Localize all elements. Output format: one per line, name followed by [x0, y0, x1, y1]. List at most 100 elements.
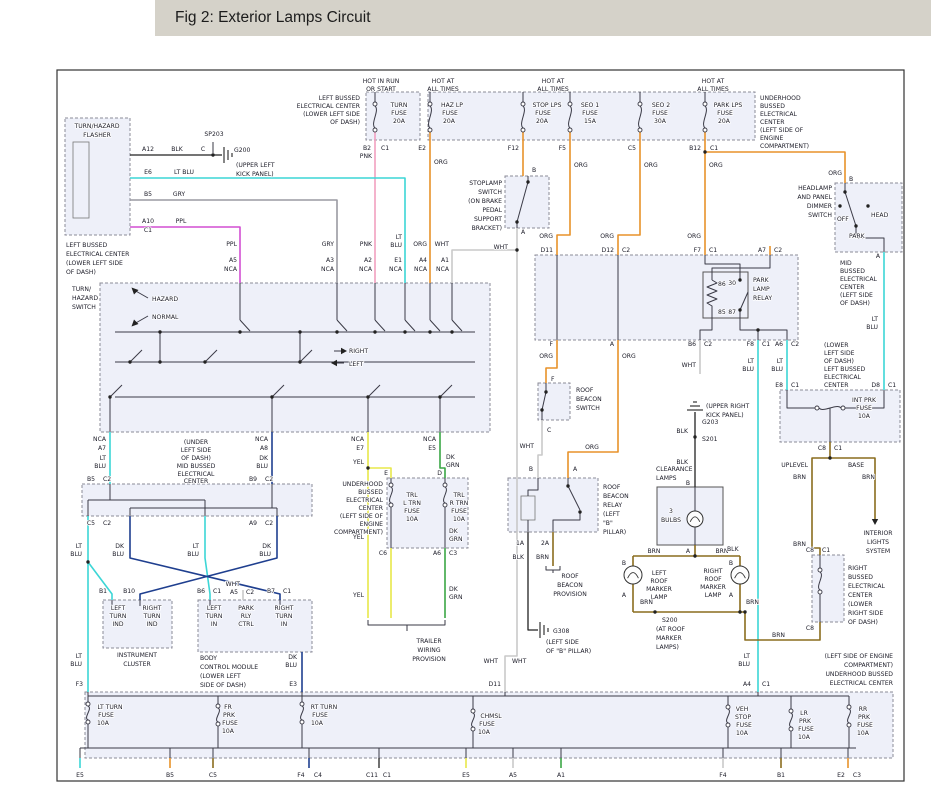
junction-dot	[693, 554, 696, 557]
diagram-label: 10A	[406, 516, 419, 523]
diagram-label: C	[547, 427, 551, 434]
diagram-label: BLU	[742, 366, 754, 373]
diagram-label: BRN	[772, 632, 785, 639]
fuse-icon	[428, 128, 432, 132]
diagram-label: CENTER	[184, 478, 209, 485]
junction-dot	[738, 278, 741, 281]
diagram-label: FLASHER	[83, 132, 112, 139]
diagram-label: RIGHT	[703, 568, 722, 575]
diagram-label: STOP	[735, 714, 751, 721]
diagram-label: E8	[775, 382, 783, 389]
diagram-label: ORG	[687, 233, 701, 240]
diagram-label: ENGINE	[360, 521, 383, 528]
fuse-icon	[86, 702, 90, 706]
fuse-icon	[789, 727, 793, 731]
diagram-label: 10A	[858, 413, 871, 420]
diagram-label: G308	[553, 628, 569, 635]
diagram-label: ELECTRICAL CENTER	[830, 680, 894, 687]
diagram-label: PROVISION	[412, 656, 446, 663]
diagram-label: YEL	[352, 459, 365, 466]
diagram-label: C8	[806, 625, 814, 632]
diagram-label: C11	[366, 772, 378, 779]
diagram-label: 2A	[541, 540, 550, 547]
diagram-label: OF DASH)	[848, 619, 878, 626]
diagram-label: PRK	[858, 714, 871, 721]
diagram-label: ELECTRICAL	[760, 111, 798, 118]
diagram-label: OF DASH)	[181, 455, 211, 462]
diagram-label: TURN/HAZARD	[73, 123, 119, 130]
diagram-label: (LOWER LEFT SIDE	[66, 260, 123, 267]
diagram-label: C1	[144, 227, 152, 234]
diagram-label: FR	[224, 704, 233, 711]
diagram-label: E1	[394, 257, 402, 264]
diagram-label: DK	[449, 528, 459, 535]
diagram-label: SWITCH	[478, 189, 502, 196]
diagram-label: ALL TIMES	[427, 86, 459, 93]
diagram-label: 10A	[311, 720, 324, 727]
diagram-label: C1	[834, 445, 842, 452]
diagram-label: GRN	[446, 462, 460, 469]
fuse-icon	[86, 720, 90, 724]
diagram-label: ELECTRICAL CENTER	[297, 103, 361, 110]
diagram-label: LT TURN	[97, 704, 122, 711]
diagram-label: C2	[704, 341, 712, 348]
diagram-label: B1	[777, 772, 785, 779]
title-bar: Fig 2: Exterior Lamps Circuit	[155, 0, 931, 36]
diagram-label: 30	[728, 280, 736, 287]
diagram-label: TURN	[109, 613, 127, 620]
junction-dot	[158, 330, 161, 333]
fuse-icon	[818, 568, 822, 572]
diagram-label: C1	[762, 681, 770, 688]
diagram-label: E5	[76, 772, 84, 779]
junction-dot	[403, 330, 406, 333]
junction-dot	[843, 190, 846, 193]
fuse-icon	[471, 709, 475, 713]
junction-dot	[203, 360, 206, 363]
diagram-label: D11	[541, 247, 554, 254]
diagram-label: ORG	[622, 353, 636, 360]
diagram-label: (ON BRAKE	[468, 198, 502, 205]
diagram-label: (LOWER	[848, 601, 873, 608]
diagram-label: AND PANEL	[797, 194, 832, 201]
diagram-label: B	[532, 167, 536, 174]
diagram-label: INT PRK	[852, 397, 877, 404]
diagram-label: RIGHT	[349, 348, 368, 355]
diagram-label: D	[437, 470, 442, 477]
diagram-label: S201	[702, 436, 718, 443]
diagram-label: YEL	[352, 534, 365, 541]
diagram-label: LAMP	[651, 594, 668, 601]
diagram-label: PNK	[360, 241, 373, 248]
diagram-label: ORG	[585, 444, 599, 451]
fuse-icon	[428, 102, 432, 106]
diagram-label: A7	[758, 247, 766, 254]
diagram-label: B	[529, 466, 533, 473]
diagram-label: (AT ROOF	[656, 626, 686, 633]
junction-dot	[544, 390, 547, 393]
diagram-label: OFF	[837, 216, 849, 223]
diagram-label: IN	[281, 621, 287, 628]
diagram-label: LT	[748, 358, 755, 365]
diagram-label: RIGHT	[142, 605, 161, 612]
diagram-label: 10A	[478, 729, 491, 736]
diagram-label: C6	[379, 550, 387, 557]
fuse-icon	[568, 102, 572, 106]
diagram-label: TURN	[390, 102, 408, 109]
diagram-label: RELAY	[753, 295, 772, 302]
diagram-label: BLU	[285, 662, 297, 669]
diagram-label: TURN	[275, 613, 293, 620]
junction-dot	[108, 395, 111, 398]
diagram-label: B7	[267, 588, 275, 595]
diagram-label: FUSE	[798, 726, 814, 733]
junction-dot	[743, 610, 746, 613]
diagram-label: BLU	[70, 661, 82, 668]
diagram-label: RR	[859, 706, 868, 713]
diagram-label: A4	[419, 257, 427, 264]
diagram-label: TRL	[405, 492, 418, 499]
junction-dot	[86, 560, 89, 563]
diagram-label: BRN	[746, 599, 759, 606]
diagram-label: PPL	[176, 218, 187, 225]
diagram-label: FUSE	[652, 110, 668, 117]
diagram-label: ORG	[539, 233, 553, 240]
diagram-label: FUSE	[312, 712, 328, 719]
diagram-label: TURN	[205, 613, 223, 620]
